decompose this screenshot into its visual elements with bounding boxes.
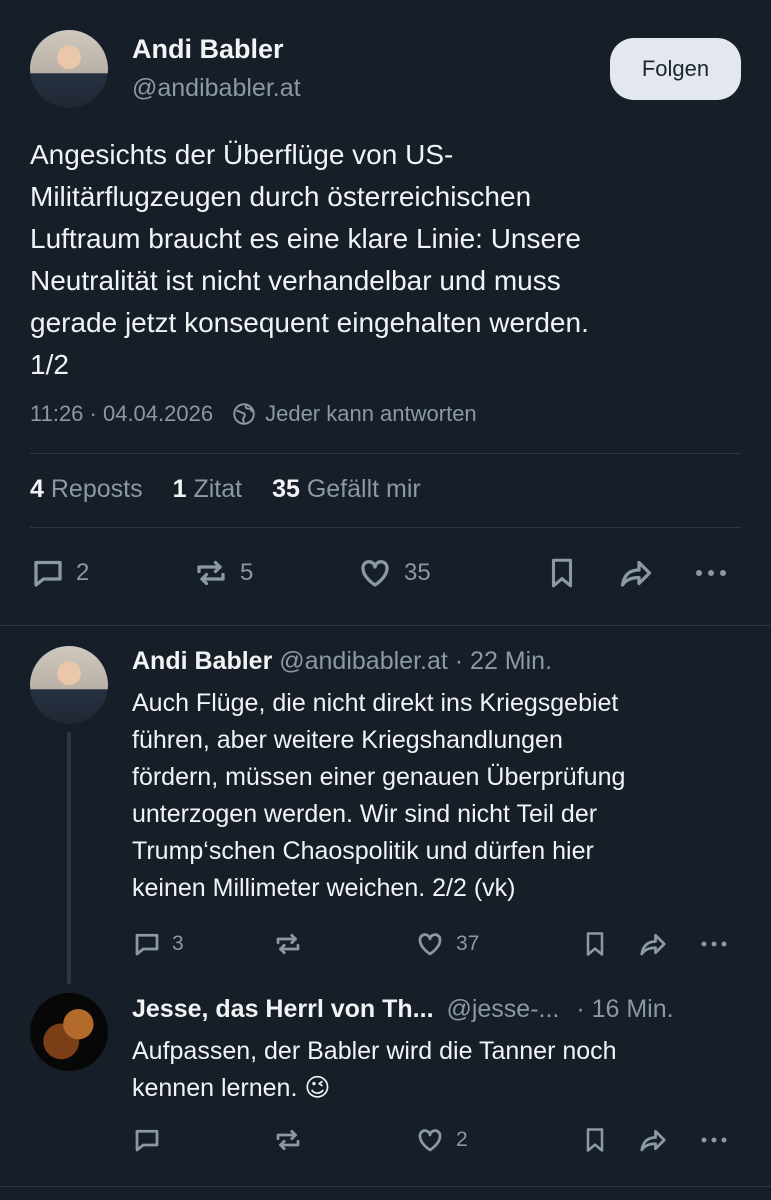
reply-count: 3 xyxy=(172,932,184,955)
post-text-line: Neutralität ist nicht verhandelbar und m… xyxy=(30,265,561,296)
more-button[interactable] xyxy=(698,1125,730,1155)
post-text-line: Angesichts der Überflüge von US- xyxy=(30,139,454,170)
post-text-line: Militärflugzeugen durch österreichischen xyxy=(30,181,532,212)
divider xyxy=(30,453,741,454)
like-count: 35 xyxy=(404,559,431,586)
heart-icon xyxy=(418,933,442,956)
reply-text: Auch Flüge, die nicht direkt ins Kriegsg… xyxy=(132,685,625,907)
repost-arrows-icon xyxy=(276,1129,300,1151)
bookmark-icon xyxy=(586,1128,604,1152)
post-text-line: gerade jetzt konsequent eingehalten werd… xyxy=(30,307,589,338)
ellipsis-icon xyxy=(701,1137,727,1143)
post-timestamp: 11:26 · 04.04.2026 xyxy=(30,401,214,426)
avatar-andi-babler[interactable] xyxy=(30,30,108,108)
repost-count: 5 xyxy=(240,559,254,586)
speech-bubble-icon xyxy=(135,933,159,956)
share-arrow-icon xyxy=(620,560,652,587)
repost-button[interactable] xyxy=(272,929,304,959)
reply-text: Aufpassen, der Babler wird die Tanner no… xyxy=(132,1033,617,1107)
reply-text-line: unterzogen werden. Wir sind nicht Teil d… xyxy=(132,800,598,828)
post-text: Angesichts der Überflüge von US- Militär… xyxy=(30,134,589,386)
stat-likes[interactable]: 35 Gefällt mir xyxy=(272,475,421,504)
reply-text-line: führen, aber weitere Kriegshandlungen xyxy=(132,726,563,754)
heart-icon xyxy=(418,1129,442,1152)
ellipsis-icon xyxy=(696,570,726,576)
reply-header: Andi Babler @andibabler.at · 22 Min. xyxy=(132,647,552,676)
reply-text-line: fördern, müssen einer genauen Überprüfun… xyxy=(132,763,626,791)
bookmark-button[interactable] xyxy=(545,555,579,591)
reply-text-line: Trump‘schen Chaospolitik und dürfen hier xyxy=(132,837,594,865)
section-divider xyxy=(0,625,771,626)
bookmark-icon xyxy=(586,932,604,956)
reply-time[interactable]: · 22 Min. xyxy=(455,647,552,675)
reply-setting[interactable]: Jeder kann antworten xyxy=(265,401,477,427)
reply-time[interactable]: · 16 Min. xyxy=(576,995,673,1023)
reply-header: Jesse, das Herrl von Th... @jesse-... · … xyxy=(132,995,674,1024)
bookmark-button[interactable] xyxy=(581,929,609,959)
post-text-line: Luftraum braucht es eine klare Linie: Un… xyxy=(30,223,581,254)
reply-text-line: kennen lernen. 😉 xyxy=(132,1074,331,1102)
like-button[interactable]: 35 xyxy=(356,555,431,591)
post-text-line: 1/2 xyxy=(30,349,69,380)
reply-text-line: Aufpassen, der Babler wird die Tanner no… xyxy=(132,1037,617,1065)
reply-author-handle[interactable]: @andibabler.at xyxy=(279,647,448,675)
likes-label: Gefällt mir xyxy=(306,475,421,503)
reposts-label: Reposts xyxy=(50,475,143,503)
reply-text-line: Auch Flüge, die nicht direkt ins Kriegsg… xyxy=(132,689,619,717)
bookmark-icon xyxy=(551,558,573,588)
stat-quotes[interactable]: 1 Zitat xyxy=(173,475,242,504)
share-arrow-icon xyxy=(640,1129,666,1152)
bookmark-button[interactable] xyxy=(581,1125,609,1155)
reply-button[interactable]: 2 xyxy=(30,555,89,591)
reply-text-line: keinen Millimeter weichen. 2/2 (vk) xyxy=(132,874,516,902)
reply-button[interactable] xyxy=(132,1125,162,1155)
like-count: 2 xyxy=(456,1128,468,1151)
author-handle[interactable]: @andibabler.at xyxy=(132,74,301,103)
more-button[interactable] xyxy=(698,929,730,959)
reposts-count: 4 xyxy=(30,475,44,503)
quotes-label: Zitat xyxy=(193,475,243,503)
speech-bubble-icon xyxy=(34,560,62,587)
repost-button[interactable] xyxy=(272,1125,304,1155)
quotes-count: 1 xyxy=(172,475,187,503)
repost-arrows-icon xyxy=(197,560,225,586)
likes-count: 35 xyxy=(272,475,300,503)
share-arrow-icon xyxy=(640,933,666,956)
reply-author-name[interactable]: Jesse, das Herrl von Th... xyxy=(132,995,434,1023)
repost-arrows-icon xyxy=(276,933,300,955)
post-stats: 4 Reposts 1 Zitat 35 Gefällt mir xyxy=(30,475,421,504)
repost-button[interactable]: 5 xyxy=(192,555,253,591)
ellipsis-icon xyxy=(701,941,727,947)
globe-icon xyxy=(231,401,257,427)
reply-count: 2 xyxy=(76,559,90,586)
share-button[interactable] xyxy=(637,1125,669,1155)
thread-line xyxy=(67,732,71,984)
post-meta: 11:26 · 04.04.2026 Jeder kann antworten xyxy=(30,401,477,427)
like-count: 37 xyxy=(456,932,480,955)
like-button[interactable]: 37 xyxy=(414,929,479,959)
more-button[interactable] xyxy=(692,555,730,591)
avatar-andi-babler[interactable] xyxy=(30,646,108,724)
share-button[interactable] xyxy=(637,929,669,959)
reply-author-handle[interactable]: @jesse-... xyxy=(446,995,559,1023)
speech-bubble-icon xyxy=(135,1129,159,1152)
stat-reposts[interactable]: 4 Reposts xyxy=(30,475,143,504)
like-button[interactable]: 2 xyxy=(414,1125,468,1155)
section-divider xyxy=(0,1186,771,1187)
divider xyxy=(30,527,741,528)
avatar-jesse[interactable] xyxy=(30,993,108,1071)
heart-icon xyxy=(361,560,389,587)
author-name[interactable]: Andi Babler xyxy=(132,34,284,65)
reply-author-name[interactable]: Andi Babler xyxy=(132,647,272,675)
follow-button[interactable]: Folgen xyxy=(610,38,741,100)
share-button[interactable] xyxy=(617,555,655,591)
reply-button[interactable]: 3 xyxy=(132,929,184,959)
